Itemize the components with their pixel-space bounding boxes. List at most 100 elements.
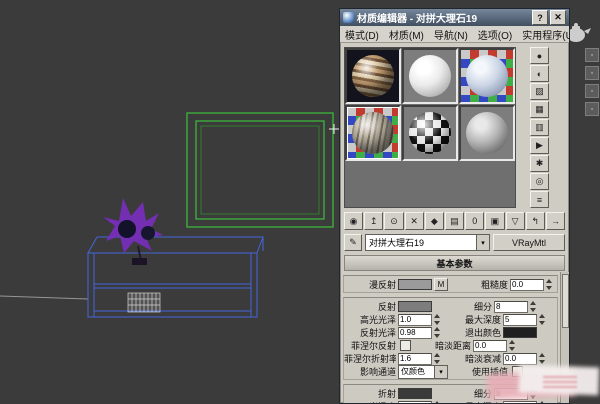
spinner[interactable] [433,327,441,338]
assign-to-selection-icon[interactable]: ⊙ [384,212,403,230]
spinner-down-icon [539,321,545,325]
put-to-library-icon[interactable]: ▤ [445,212,464,230]
title-bar[interactable]: 材质编辑器 - 对拼大理石19 ? ✕ [340,9,569,26]
right-strip-icon[interactable]: ▫ [585,48,599,62]
go-forward-icon[interactable]: → [546,212,565,230]
spinner-down-icon [509,347,515,351]
select-by-material-icon[interactable]: ◎ [530,173,549,190]
watermark-blob [543,374,577,388]
watermark [487,364,600,402]
chevron-down-icon: ▾ [434,366,447,378]
reflection-glossiness-field[interactable]: 0.98 [398,327,432,339]
pick-material-icon[interactable]: ✎ [344,234,362,251]
menu-material[interactable]: 材质(M) [384,27,429,42]
basic-parameters-rollout[interactable]: 基本参数 [344,255,565,271]
roughness-field[interactable]: 0.0 [510,279,544,291]
reflection-label: 反射 [344,300,396,313]
dim-falloff-field[interactable]: 0.0 [503,353,537,365]
sample-slot-vertical-toolbar: ● ◐ ▨ ▦ ▥ ▶ ✱ ◎ ≡ [530,47,549,208]
menu-bar: 模式(D) 材质(M) 导航(N) 选项(O) 实用程序(U) [340,26,569,43]
make-unique-icon[interactable]: ◆ [425,212,444,230]
sample-slot-stone-sphere-active[interactable] [345,105,401,161]
reflection-color-swatch[interactable] [398,301,432,312]
sample-slot-gray-sphere[interactable] [459,105,515,161]
sample-slot-checker-sphere[interactable] [402,105,458,161]
material-sphere [352,112,394,154]
spinner[interactable] [538,314,546,325]
reflection-exit-color-swatch[interactable] [503,327,537,338]
fresnel-reflection-checkbox[interactable] [400,340,411,351]
roughness-label: 粗糙度 [452,278,508,291]
spinner[interactable] [529,301,537,312]
sample-slot-blue-sphere[interactable] [459,48,515,104]
spinner[interactable] [433,314,441,325]
show-end-result-icon[interactable]: ▽ [506,212,525,230]
make-preview-icon[interactable]: ▶ [530,137,549,154]
spinner[interactable] [433,401,441,403]
param-row: 菲涅尔反射 暗淡距离 0.0 [344,339,557,352]
picture-frame-wireframe[interactable] [187,113,333,227]
spinner[interactable] [433,353,441,364]
diffuse-map-button[interactable]: M [434,278,448,291]
max-depth-label: 最大深度 [445,313,501,326]
material-sphere [352,55,394,97]
reflection-affect-channels-dropdown[interactable]: 仅颜色 ▾ [398,365,448,379]
menu-options[interactable]: 选项(O) [473,27,517,42]
reflection-max-depth-field[interactable]: 5 [503,314,537,326]
snap-crosshair-icon [329,124,339,134]
show-in-viewport-icon[interactable]: ▣ [485,212,504,230]
scrollbar-thumb[interactable] [562,274,569,328]
spinner-down-icon [530,308,536,312]
material-id-icon[interactable]: 0 [465,212,484,230]
spinner-down-icon [546,286,552,290]
sample-slot-marble-sphere[interactable] [345,48,401,104]
material-type-button[interactable]: VRayMtl [493,234,565,251]
backlight-icon[interactable]: ◐ [530,65,549,82]
material-name: 对拼大理石19 [369,236,424,249]
go-to-parent-icon[interactable]: ↰ [526,212,545,230]
right-strip-icon[interactable]: ▫ [585,84,599,98]
fresnel-reflection-label: 菲涅尔反射 [344,339,396,352]
spinner-up-icon [539,314,545,318]
dim-distance-field[interactable]: 0.0 [473,340,507,352]
spinner[interactable] [538,353,546,364]
floor-line [0,296,88,299]
material-navigator-icon[interactable]: ≡ [530,191,549,208]
close-button[interactable]: ✕ [550,10,566,25]
sample-slot-white-sphere[interactable] [402,48,458,104]
spinner-down-icon [434,321,440,325]
refraction-color-swatch[interactable] [398,388,432,399]
spinner-up-icon [434,314,440,318]
material-sphere [466,55,508,97]
cabinet-wireframe[interactable] [88,237,263,317]
plant-object[interactable] [103,198,163,265]
sample-slot-grid [344,47,516,208]
sample-slot-area: ● ◐ ▨ ▦ ▥ ▶ ✱ ◎ ≡ [340,43,569,210]
background-icon[interactable]: ▨ [530,83,549,100]
window-title: 材质编辑器 - 对拼大理石19 [357,10,530,25]
menu-mode[interactable]: 模式(D) [340,27,384,42]
video-color-check-icon[interactable]: ▥ [530,119,549,136]
spinner-down-icon [434,360,440,364]
sample-type-icon[interactable]: ● [530,47,549,64]
roughness-spinner[interactable] [545,279,553,290]
highlight-glossiness-field[interactable]: 1.0 [398,314,432,326]
right-strip-icon[interactable]: ▫ [585,102,599,116]
material-name-dropdown[interactable]: 对拼大理石19 ▾ [365,234,490,251]
spinner-up-icon [530,301,536,305]
options-icon[interactable]: ✱ [530,155,549,172]
help-button[interactable]: ? [532,10,548,25]
right-strip-icon[interactable]: ▫ [585,66,599,80]
menu-navigation[interactable]: 导航(N) [429,27,473,42]
highlight-glossiness-label: 高光光泽 [344,313,396,326]
fresnel-ior-field[interactable]: 1.6 [398,353,432,365]
basket-wireframe[interactable] [128,293,160,312]
reset-map-icon[interactable]: ✕ [405,212,424,230]
menu-utilities[interactable]: 实用程序(U) [517,27,570,42]
put-to-scene-icon[interactable]: ↥ [364,212,383,230]
sample-tiling-icon[interactable]: ▦ [530,101,549,118]
get-material-icon[interactable]: ◉ [344,212,363,230]
diffuse-color-swatch[interactable] [398,279,432,290]
reflection-subdivs-field[interactable]: 8 [494,301,528,313]
spinner[interactable] [508,340,516,351]
